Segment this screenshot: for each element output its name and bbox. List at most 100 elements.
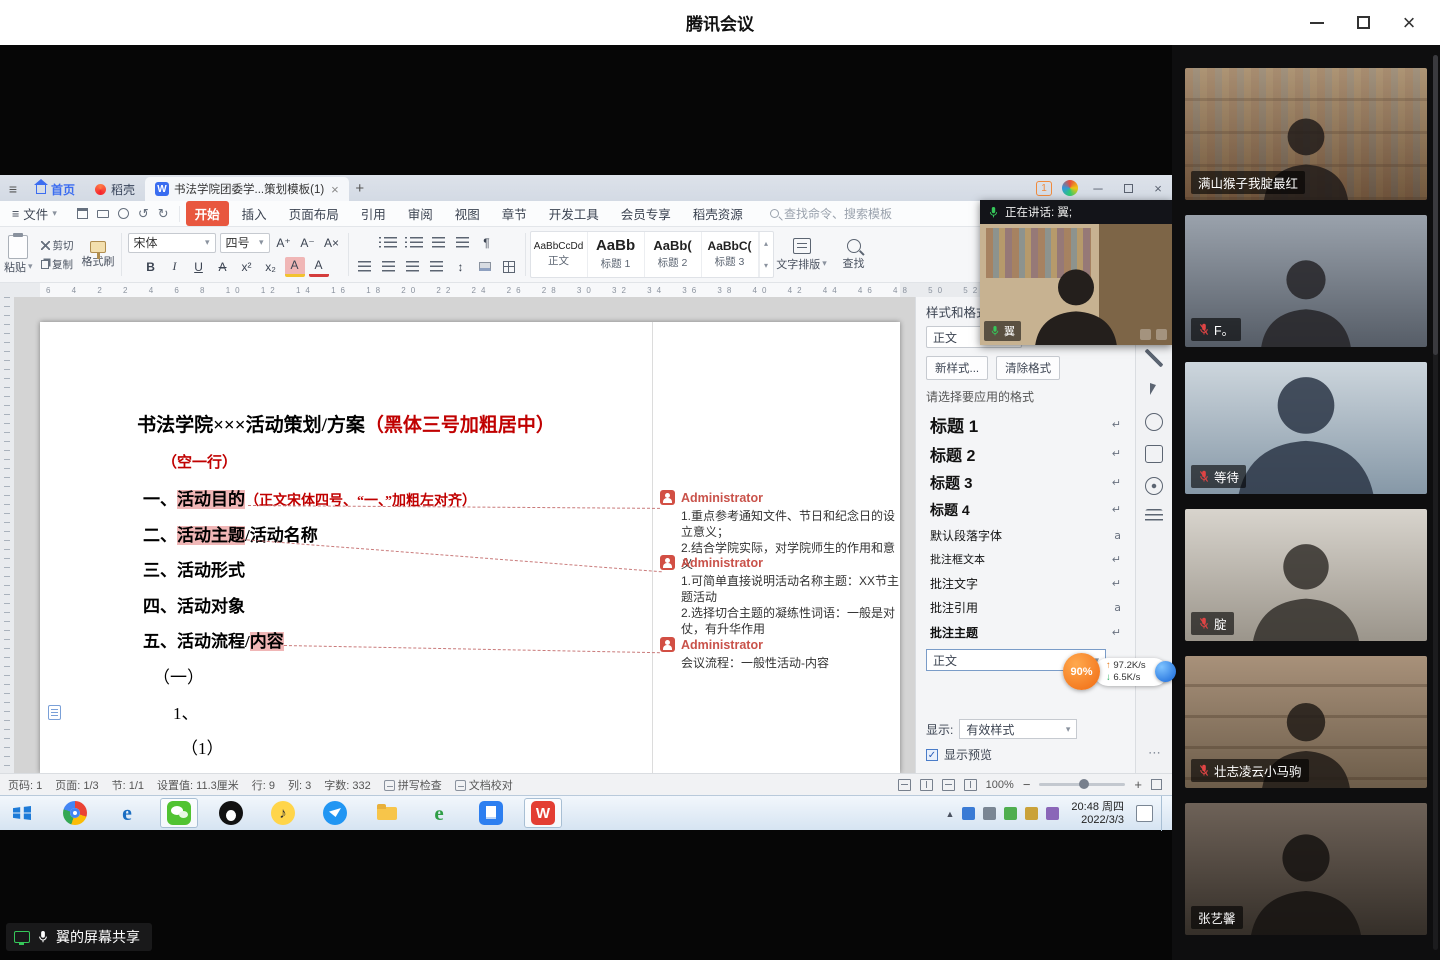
subscript-button[interactable]: x₂ [261, 257, 281, 277]
style-item[interactable]: 批注引用a [916, 595, 1135, 619]
grow-font-button[interactable]: A⁺ [274, 233, 294, 253]
tray-icon[interactable] [1025, 807, 1038, 820]
participant-video[interactable]: 张艺馨 [1185, 803, 1427, 935]
proofing-toggle[interactable]: 文档校对 [455, 777, 513, 793]
ribbon-tab-insert[interactable]: 插入 [233, 201, 276, 226]
participant-video[interactable]: F。 [1185, 215, 1427, 347]
zoom-slider[interactable] [1039, 783, 1125, 786]
zoom-value[interactable]: 100% [986, 779, 1014, 791]
network-widget[interactable]: 90% ↑ 97.2K/s ↓ 6.5K/s [1063, 653, 1168, 690]
style-item[interactable]: 批注文字↵ [916, 571, 1135, 595]
account-avatar[interactable] [1062, 180, 1078, 196]
tab-docer[interactable]: 稻壳 [85, 177, 145, 201]
font-color-button[interactable]: A [309, 257, 329, 277]
style-item[interactable]: 默认段落字体a [916, 523, 1135, 547]
show-filter-select[interactable]: 有效样式▾ [959, 719, 1077, 739]
tool-lines-icon[interactable] [1145, 509, 1163, 523]
wps-close-icon[interactable]: × [1148, 181, 1168, 196]
style-item[interactable]: 标题 3↵ [916, 468, 1135, 496]
start-button[interactable] [0, 796, 44, 831]
clear-format-button[interactable]: A× [322, 233, 342, 253]
style-item[interactable]: 标题 4↵ [916, 496, 1135, 523]
speaker-video-overlay[interactable]: 正在讲话: 翼; 翼 [980, 200, 1172, 345]
paste-button[interactable]: 粘贴▾ [0, 227, 37, 282]
show-desktop-button[interactable] [1161, 796, 1168, 831]
style-heading1[interactable]: AaBb 标题 1 [588, 232, 645, 277]
tool-square-icon[interactable] [1145, 445, 1163, 463]
view-mode-read-icon[interactable] [898, 779, 911, 791]
line-spacing-button[interactable]: ↕ [451, 257, 471, 277]
view-mode-outline-icon[interactable] [964, 779, 977, 791]
notification-center-icon[interactable] [1136, 805, 1153, 822]
find-tool[interactable]: 查找 [828, 227, 880, 282]
clear-format-button[interactable]: 清除格式 [996, 356, 1060, 380]
text-layout-tool[interactable]: 文字排版▾ [776, 227, 828, 282]
select-cursor-icon[interactable] [1145, 381, 1163, 399]
paragraph-layout-icon[interactable] [48, 705, 61, 720]
copy-button[interactable]: 复制 [41, 257, 73, 272]
borders-button[interactable] [499, 257, 519, 277]
participant-video[interactable]: 等待 [1185, 362, 1427, 494]
tray-expand-icon[interactable]: ▲ [945, 809, 954, 819]
tool-circle-icon[interactable] [1145, 413, 1163, 431]
bold-button[interactable]: B [141, 257, 161, 277]
number-list-button[interactable] [403, 233, 425, 253]
percent-badge[interactable]: 90% [1063, 653, 1100, 690]
format-painter-button[interactable]: 格式刷 [78, 227, 119, 282]
more-tools-icon[interactable]: ⋯ [1136, 745, 1172, 761]
print-icon[interactable] [97, 210, 109, 218]
tab-list-icon[interactable]: ≡ [0, 177, 26, 201]
style-gallery-scroll[interactable]: ▴ ▾ [759, 232, 773, 277]
vertical-ruler[interactable] [0, 297, 14, 773]
close-button[interactable]: × [1386, 0, 1432, 45]
comment-3[interactable]: Administrator 会议流程：一般性活动-内容 [660, 637, 902, 671]
save-icon[interactable] [77, 208, 88, 219]
view-mode-web-icon[interactable] [942, 779, 955, 791]
participant-video[interactable]: 满山猴子我腚最红 [1185, 68, 1427, 200]
bullet-list-button[interactable] [377, 233, 399, 253]
print-preview-icon[interactable] [118, 208, 129, 219]
tab-close-icon[interactable]: × [331, 182, 339, 197]
style-heading3[interactable]: AaBbC( 标题 3 [702, 232, 759, 277]
tool-target-icon[interactable] [1145, 477, 1163, 495]
taskbar-qq[interactable] [212, 798, 250, 828]
taskbar-docs[interactable] [472, 798, 510, 828]
tray-icon[interactable] [1004, 807, 1017, 820]
tray-icon[interactable] [1046, 807, 1059, 820]
decrease-indent-button[interactable] [429, 233, 449, 253]
font-size-select[interactable]: 四号▾ [220, 233, 270, 253]
ribbon-tab-review[interactable]: 审阅 [399, 201, 442, 226]
font-name-select[interactable]: 宋体▾ [128, 233, 216, 253]
redo-icon[interactable]: ↻ [158, 206, 169, 222]
view-mode-print-icon[interactable] [920, 779, 933, 791]
highlight-color-button[interactable]: A [285, 257, 305, 277]
ribbon-tab-page-layout[interactable]: 页面布局 [280, 201, 348, 226]
underline-button[interactable]: U [189, 257, 209, 277]
taskbar-dingtalk[interactable] [316, 798, 354, 828]
tab-home[interactable]: 首页 [26, 177, 85, 201]
paragraph-mark-button[interactable]: ¶ [477, 233, 497, 253]
overlay-expand-icon[interactable] [1156, 329, 1167, 340]
undo-icon[interactable]: ↺ [138, 206, 149, 222]
command-search[interactable]: 查找命令、搜索模板 [770, 205, 892, 222]
minimize-button[interactable] [1294, 0, 1340, 45]
zoom-in-button[interactable]: + [1134, 777, 1142, 792]
taskbar-wechat[interactable] [160, 798, 198, 828]
justify-button[interactable] [427, 257, 447, 277]
overlay-restore-icon[interactable] [1140, 329, 1151, 340]
new-tab-button[interactable]: + [349, 177, 371, 201]
ribbon-tab-home[interactable]: 开始 [186, 201, 229, 226]
tray-icon[interactable] [983, 807, 996, 820]
update-badge[interactable]: 1 [1036, 181, 1052, 196]
strikethrough-button[interactable]: A [213, 257, 233, 277]
style-normal[interactable]: AaBbCcDd 正文 [531, 232, 588, 277]
maximize-button[interactable] [1340, 0, 1386, 45]
align-left-button[interactable] [355, 257, 375, 277]
increase-indent-button[interactable] [453, 233, 473, 253]
comment-2[interactable]: Administrator 1.可简单直接说明活动名称主题：XX节主题活动2.选… [660, 555, 902, 637]
ribbon-tab-member[interactable]: 会员专享 [612, 201, 680, 226]
new-style-button[interactable]: 新样式... [926, 356, 988, 380]
style-item[interactable]: 标题 1↵ [916, 409, 1135, 439]
zoom-slider-thumb[interactable] [1079, 779, 1089, 789]
taskbar-edge[interactable]: e [108, 798, 146, 828]
